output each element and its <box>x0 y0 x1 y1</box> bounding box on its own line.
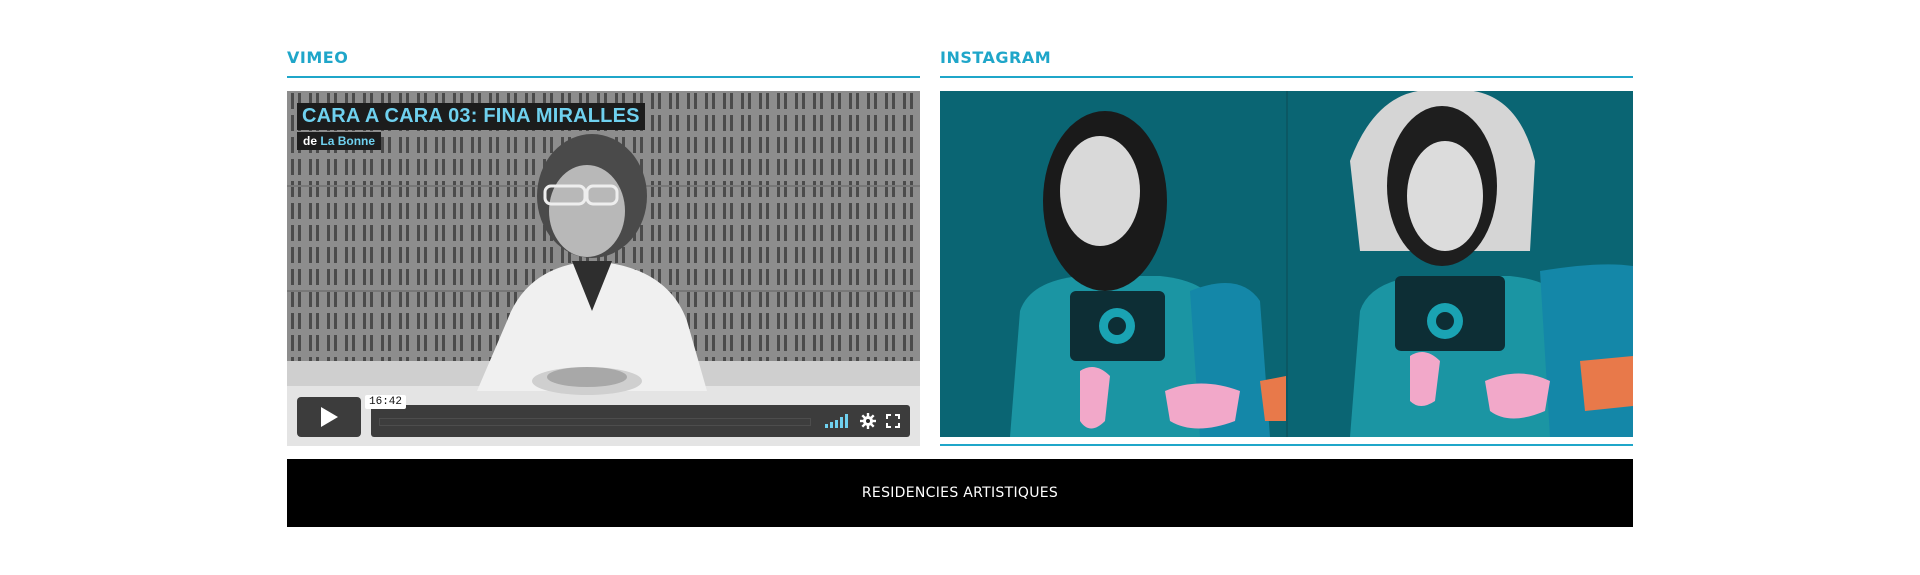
vimeo-heading: VIMEO <box>287 48 349 67</box>
duration-tooltip: 16:42 <box>365 395 407 409</box>
byline-prefix: de <box>303 134 318 148</box>
instagram-bottom-divider <box>940 444 1633 446</box>
vimeo-player[interactable]: CARA A CARA 03: FINA MIRALLES de La Bonn… <box>287 91 920 446</box>
volume-icon[interactable] <box>825 414 851 428</box>
gear-icon[interactable] <box>860 413 876 429</box>
instagram-post-image[interactable] <box>940 91 1633 437</box>
residencies-banner[interactable]: RESIDENCIES ARTISTIQUES <box>287 459 1633 527</box>
instagram-heading: INSTAGRAM <box>940 48 1052 67</box>
vimeo-divider <box>287 76 920 78</box>
fullscreen-icon[interactable] <box>886 414 900 428</box>
progress-bar[interactable] <box>379 418 811 426</box>
instagram-divider <box>940 76 1633 78</box>
player-controls <box>371 405 910 437</box>
video-author-link[interactable]: La Bonne <box>320 134 375 148</box>
play-button[interactable] <box>297 397 361 437</box>
video-still <box>287 91 920 446</box>
residencies-link[interactable]: RESIDENCIES ARTISTIQUES <box>862 485 1058 501</box>
play-icon <box>321 407 338 427</box>
video-title[interactable]: CARA A CARA 03: FINA MIRALLES <box>297 103 645 130</box>
video-byline: de La Bonne <box>297 132 382 150</box>
instagram-artwork <box>940 91 1633 437</box>
